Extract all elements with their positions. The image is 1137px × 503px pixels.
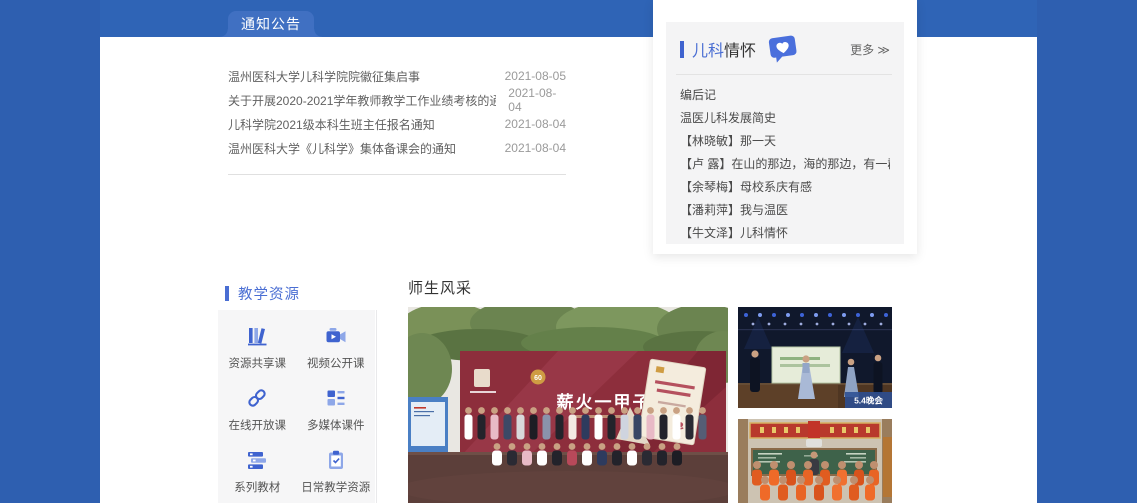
vertical-divider xyxy=(376,310,377,503)
resource-item-textbooks[interactable]: 系列教材 xyxy=(218,448,297,503)
chain-link-icon xyxy=(245,386,269,410)
notice-row[interactable]: 温州医科大学《儿科学》集体备课会的通知 2021-08-04 xyxy=(228,136,566,160)
tab-notice-announcements[interactable]: 通知公告 xyxy=(228,11,314,37)
notice-list: 温州医科大学儿科学院院徽征集启事 2021-08-05 关于开展2020-202… xyxy=(228,64,566,160)
sentiment-item[interactable]: 温医儿科发展简史 xyxy=(680,107,890,130)
notice-row[interactable]: 关于开展2020-2021学年教师教学工作业绩考核的通知 2021-08-04 xyxy=(228,88,566,112)
notice-date: 2021-08-04 xyxy=(505,141,566,155)
accent-bar xyxy=(680,41,684,58)
sentiment-item[interactable]: 【潘莉萍】我与温医 xyxy=(680,199,890,222)
resources-header: 教学资源 xyxy=(225,283,300,304)
bookshelf-icon xyxy=(245,324,269,348)
left-page-margin xyxy=(0,0,100,503)
photo-caption: 5.4晚会 xyxy=(854,396,883,406)
resource-label: 系列教材 xyxy=(234,479,280,495)
sentiment-header: 儿科情怀 更多 ≫ xyxy=(666,22,904,72)
sentiment-panel: 儿科情怀 更多 ≫ 编后记 温医儿科发展简史 【林晓敏】那一天 【卢 露】在山的… xyxy=(666,22,904,244)
notice-row[interactable]: 儿科学院2021级本科生班主任报名通知 2021-08-04 xyxy=(228,112,566,136)
right-page-margin xyxy=(1037,0,1137,503)
notice-date: 2021-08-04 xyxy=(505,117,566,131)
notice-title: 温州医科大学《儿科学》集体备课会的通知 xyxy=(228,140,456,157)
sentiment-item[interactable]: 【林晓敏】那一天 xyxy=(680,130,890,153)
page: 通知公告 温州医科大学儿科学院院徽征集启事 2021-08-05 关于开展202… xyxy=(0,0,1137,503)
sentiment-item[interactable]: 【余琴梅】母校系庆有感 xyxy=(680,176,890,199)
sentiment-list: 编后记 温医儿科发展简史 【林晓敏】那一天 【卢 露】在山的那边，海的那边，有一… xyxy=(666,75,904,245)
notice-date: 2021-08-05 xyxy=(505,69,566,83)
resource-label: 日常教学资源 xyxy=(301,479,370,495)
resource-item-daily-teaching[interactable]: 日常教学资源 xyxy=(297,448,376,503)
classroom-photo[interactable] xyxy=(738,419,892,503)
sentiment-title: 儿科情怀 xyxy=(692,37,756,61)
main-group-photo[interactable]: 60 薪火一甲子 xyxy=(408,307,728,503)
accent-bar xyxy=(225,286,229,301)
notice-date: 2021-08-04 xyxy=(508,86,566,114)
resource-label: 视频公开课 xyxy=(307,355,365,371)
notice-title: 关于开展2020-2021学年教师教学工作业绩考核的通知 xyxy=(228,92,496,109)
gallery-title: 师生风采 xyxy=(408,277,472,298)
stage-gala-photo[interactable]: 5.4晚会 xyxy=(738,307,892,408)
resource-item-open-video[interactable]: 视频公开课 xyxy=(297,324,376,386)
blocks-list-icon xyxy=(324,386,348,410)
resource-label: 资源共享课 xyxy=(229,355,287,371)
resource-label: 在线开放课 xyxy=(229,417,287,433)
clipboard-icon xyxy=(324,448,348,472)
sentiment-item[interactable]: 编后记 xyxy=(680,84,890,107)
resource-item-online-course[interactable]: 在线开放课 xyxy=(218,386,297,448)
sentiment-card: 儿科情怀 更多 ≫ 编后记 温医儿科发展简史 【林晓敏】那一天 【卢 露】在山的… xyxy=(653,0,917,254)
notice-title: 温州医科大学儿科学院院徽征集启事 xyxy=(228,68,420,85)
resources-title: 教学资源 xyxy=(238,283,300,304)
sentiment-item[interactable]: 【卢 露】在山的那边，海的那边，有一群小精灵 xyxy=(680,153,890,176)
notice-separator xyxy=(228,174,566,175)
resource-item-shared-course[interactable]: 资源共享课 xyxy=(218,324,297,386)
video-camera-icon xyxy=(324,324,348,348)
anniversary-badge: 60 xyxy=(534,375,542,382)
sentiment-item[interactable]: 【牛文泽】儿科情怀 xyxy=(680,222,890,245)
notice-title: 儿科学院2021级本科生班主任报名通知 xyxy=(228,116,435,133)
resource-label: 多媒体课件 xyxy=(307,417,365,433)
more-link[interactable]: 更多 ≫ xyxy=(850,41,890,58)
stacked-bars-icon xyxy=(245,448,269,472)
resource-item-multimedia[interactable]: 多媒体课件 xyxy=(297,386,376,448)
heart-bubble-icon xyxy=(766,33,800,65)
notice-row[interactable]: 温州医科大学儿科学院院徽征集启事 2021-08-05 xyxy=(228,64,566,88)
resources-panel: 资源共享课 视频公开课 在线开放课 xyxy=(218,310,375,503)
